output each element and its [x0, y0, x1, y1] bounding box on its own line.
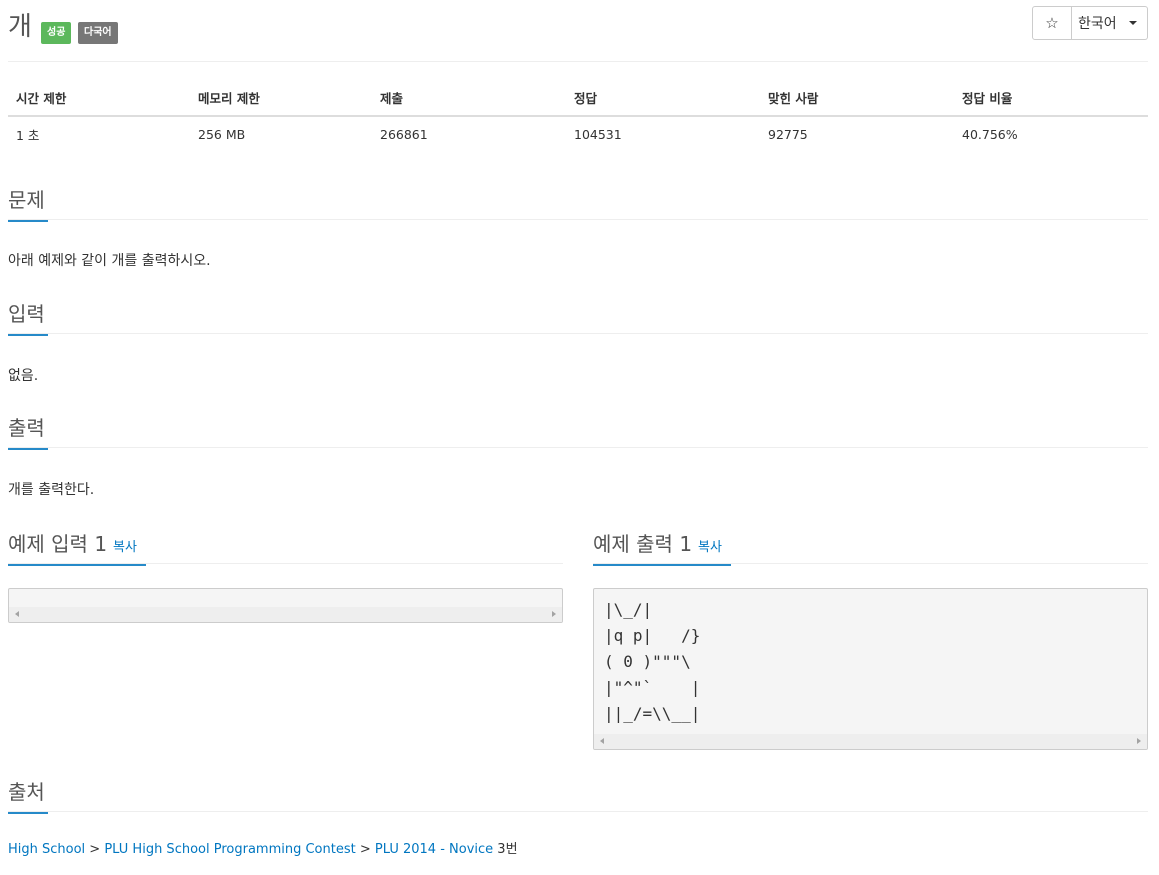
output-section-heading: 출력 [8, 416, 45, 440]
section-underline [8, 812, 48, 814]
language-dropdown-label: 한국어 [1078, 16, 1117, 32]
table-header-accepted: 정답 [566, 80, 760, 117]
source-section-heading: 출처 [8, 780, 45, 804]
table-header-memory-limit: 메모리 제한 [190, 80, 372, 117]
copy-sample-output-button[interactable]: 복사 [698, 540, 722, 555]
sample-output-section-title: 예제 출력 1 복사 [593, 528, 731, 566]
scroll-right-arrow-icon[interactable] [1137, 738, 1141, 744]
table-header-row: 시간 제한 메모리 제한 제출 정답 맞힌 사람 정답 비율 [8, 80, 1148, 117]
table-header-ratio: 정답 비율 [954, 80, 1148, 117]
section-divider [8, 811, 1148, 812]
section-divider [8, 447, 1148, 448]
section-divider [8, 333, 1148, 334]
source-link-novice[interactable]: PLU 2014 - Novice [375, 842, 493, 857]
table-cell-accepted: 104531 [574, 127, 622, 142]
language-badge: 다국어 [78, 22, 118, 44]
section-underline [8, 220, 48, 222]
problem-info-table: 시간 제한 메모리 제한 제출 정답 맞힌 사람 정답 비율 1 초 256 M… [8, 80, 1148, 152]
source-section-title: 출처 [8, 776, 48, 814]
sample-output-box[interactable]: |\_/| |q p| /} ( 0 )"""\ |"^"` | ||_/=\\… [593, 588, 1148, 750]
output-section-title: 출력 [8, 412, 48, 450]
caret-down-icon [1128, 21, 1137, 25]
language-dropdown[interactable]: 한국어 [1072, 6, 1148, 40]
section-underline [8, 564, 146, 566]
sample-output-text: |\_/| |q p| /} ( 0 )"""\ |"^"` | ||_/=\\… [604, 600, 701, 723]
horizontal-scrollbar[interactable] [9, 607, 562, 622]
table-cell-submissions: 266861 [380, 127, 428, 142]
section-underline [593, 564, 731, 566]
input-section-heading: 입력 [8, 302, 45, 326]
section-divider [8, 563, 563, 564]
scroll-left-arrow-icon[interactable] [600, 738, 604, 744]
section-divider [8, 219, 1148, 220]
output-description: 개를 출력한다. [8, 482, 95, 498]
table-cell-memory-limit: 256 MB [198, 127, 246, 142]
horizontal-scrollbar[interactable] [594, 734, 1147, 749]
section-underline [8, 448, 48, 450]
input-description: 없음. [8, 368, 39, 384]
sample-input-box[interactable] [8, 588, 563, 623]
source-breadcrumb: High School > PLU High School Programmin… [8, 838, 518, 857]
table-row: 1 초 256 MB 266861 104531 92775 40.756% [8, 116, 1148, 152]
problem-description: 아래 예제와 같이 개를 출력하시오. [8, 253, 211, 269]
section-underline [8, 334, 48, 336]
section-divider [593, 563, 1148, 564]
sample-input-text [9, 589, 562, 597]
problem-section-heading: 문제 [8, 188, 45, 212]
header-actions: ☆ 한국어 [1032, 6, 1148, 40]
scroll-right-arrow-icon[interactable] [552, 611, 556, 617]
star-icon: ☆ [1045, 14, 1059, 32]
table-cell-time-limit: 1 초 [16, 128, 40, 143]
source-problem-number: 3번 [497, 842, 518, 857]
table-header-submissions: 제출 [372, 80, 566, 117]
scroll-left-arrow-icon[interactable] [15, 611, 19, 617]
table-cell-ratio: 40.756% [962, 127, 1018, 142]
breadcrumb-separator: > [85, 842, 105, 857]
copy-sample-input-button[interactable]: 복사 [113, 540, 137, 555]
source-link-contest[interactable]: PLU High School Programming Contest [104, 842, 355, 857]
status-badge-success: 성공 [41, 22, 72, 44]
table-header-solved-users: 맞힌 사람 [760, 80, 954, 117]
problem-title: 개 [8, 12, 32, 42]
sample-input-heading: 예제 입력 1 [8, 532, 108, 556]
sample-input-section-title: 예제 입력 1 복사 [8, 528, 146, 566]
table-header-time-limit: 시간 제한 [8, 80, 190, 117]
input-section-title: 입력 [8, 298, 48, 336]
table-cell-solved-users: 92775 [768, 127, 808, 142]
breadcrumb-separator: > [355, 842, 375, 857]
favorite-button[interactable]: ☆ [1032, 6, 1072, 40]
sample-output-heading: 예제 출력 1 [593, 532, 693, 556]
problem-header: 개 성공 다국어 ☆ 한국어 [8, 4, 1148, 62]
source-link-high-school[interactable]: High School [8, 842, 85, 857]
problem-section-title: 문제 [8, 184, 48, 222]
